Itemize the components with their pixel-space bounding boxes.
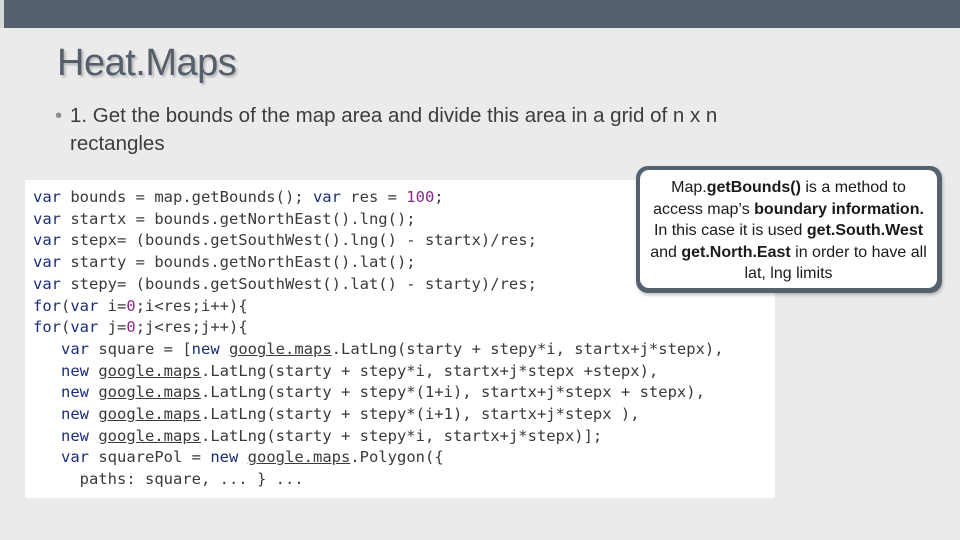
code-line: paths: square, ... } ... (33, 470, 304, 489)
code-line: new google.maps.LatLng(starty + stepy*(1… (61, 383, 705, 402)
code-line: var square = [new google.maps.LatLng(sta… (61, 339, 724, 358)
code-line: new google.maps.LatLng(starty + stepy*(i… (61, 405, 640, 424)
bullet-text-line2: rectangles (70, 132, 165, 155)
code-line: var stepx= (bounds.getSouthWest().lng() … (33, 231, 537, 250)
code-block: var bounds = map.getBounds(); var res = … (33, 187, 724, 491)
code-line: new google.maps.LatLng(starty + stepy*i,… (61, 361, 659, 380)
callout-text-part: Map. (671, 179, 707, 196)
callout-text-part: getBounds() (706, 179, 801, 196)
callout-text: Map.getBounds() is a method to access ma… (640, 170, 937, 288)
code-line: new google.maps.LatLng(starty + stepy*i,… (61, 426, 603, 445)
callout-text-part: get.North.East (681, 243, 791, 261)
code-line: var squarePol = new google.maps.Polygon(… (61, 448, 444, 467)
callout-text-part: boundary information. (754, 200, 924, 218)
slide-title: Heat.Maps (57, 42, 237, 84)
code-line: var starty = bounds.getNorthEast().lat()… (33, 253, 416, 272)
top-bar (0, 0, 960, 28)
callout-text-part: and (650, 243, 682, 261)
bullet-text-line1: 1. Get the bounds of the map area and di… (70, 104, 718, 127)
bullet-marker: • (55, 104, 63, 127)
code-line: for(var j=0;j<res;j++){ (33, 318, 248, 337)
code-line: var bounds = map.getBounds(); var res = … (33, 188, 444, 206)
code-line: for(var i=0;i<res;i++){ (33, 296, 248, 315)
callout-text-part: In this case it is used (653, 222, 807, 239)
callout-box: Map.getBounds() is a method to access ma… (636, 166, 942, 293)
code-line: var startx = bounds.getNorthEast().lng()… (33, 209, 416, 228)
top-bar-accent (0, 0, 4, 28)
code-line: var stepy= (bounds.getSouthWest().lat() … (33, 274, 537, 293)
callout-text-part: get.South.West (806, 222, 924, 239)
bullet-point: • 1. Get the bounds of the map area and d… (55, 102, 855, 158)
